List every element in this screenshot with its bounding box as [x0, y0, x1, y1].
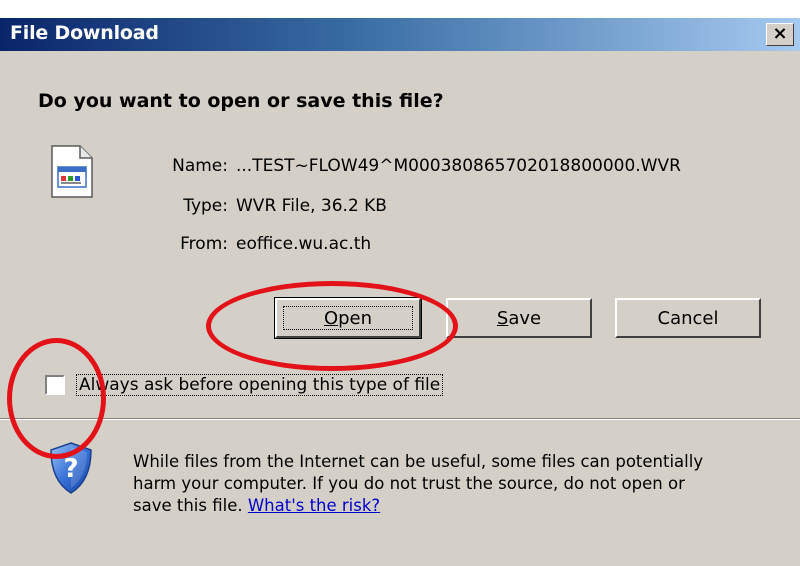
close-button[interactable]: × — [766, 23, 794, 46]
whats-the-risk-link[interactable]: What's the risk? — [248, 496, 380, 515]
screenshot-page: File Download × Do you want to open or s… — [0, 0, 800, 566]
red-ellipse-checkbox — [7, 338, 106, 459]
from-value: eoffice.wu.ac.th — [236, 234, 372, 254]
cancel-button-label: Cancel — [657, 307, 719, 329]
window-title: File Download — [10, 22, 159, 44]
name-label: Name: — [172, 156, 228, 176]
always-ask-label[interactable]: Always ask before opening this type of f… — [76, 374, 444, 396]
save-button-label: Save — [496, 307, 542, 329]
title-bar[interactable]: File Download × — [0, 18, 800, 51]
warning-line-text: save this file. — [133, 496, 248, 515]
svg-text:?: ? — [63, 454, 78, 484]
warning-line: harm your computer. If you do not trust … — [133, 474, 685, 493]
dialog-question: Do you want to open or save this file? — [38, 90, 444, 112]
security-warning: While files from the Internet can be use… — [133, 451, 773, 517]
name-value: ...TEST~FLOW49^M000380865702018800000.WV… — [236, 156, 681, 176]
from-label: From: — [180, 234, 228, 254]
red-ellipse-open-button — [206, 281, 458, 371]
close-icon: × — [772, 23, 788, 44]
type-value: WVR File, 36.2 KB — [236, 196, 387, 216]
divider-highlight — [0, 419, 800, 420]
save-button[interactable]: Save — [446, 298, 592, 338]
type-label: Type: — [183, 196, 228, 216]
warning-line: save this file. What's the risk? — [133, 495, 773, 517]
warning-line: While files from the Internet can be use… — [133, 452, 704, 471]
cancel-button[interactable]: Cancel — [615, 298, 761, 338]
